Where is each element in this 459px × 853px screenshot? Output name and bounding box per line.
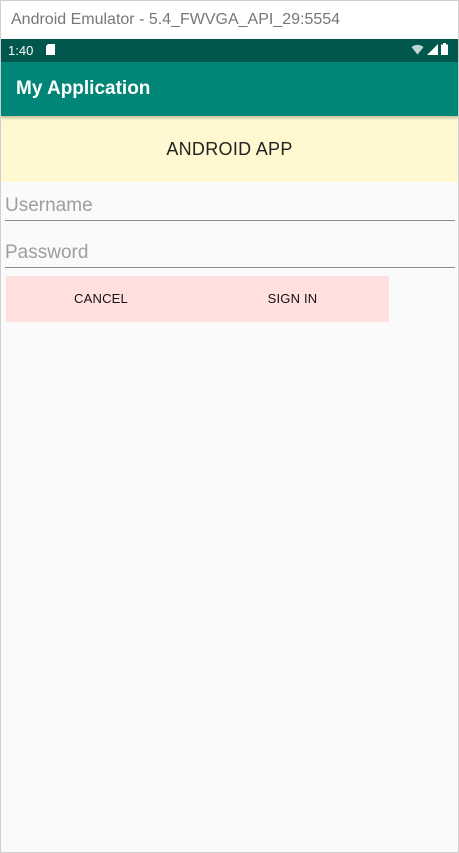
wifi-icon xyxy=(411,44,424,54)
banner-text: ANDROID APP xyxy=(166,138,293,159)
status-bar: 1:40 xyxy=(1,39,458,62)
window-title: Android Emulator - 5.4_FWVGA_API_29:5554 xyxy=(1,1,458,39)
app-bar: My Application xyxy=(1,62,458,116)
battery-icon xyxy=(441,43,448,55)
device-screen: 1:40 My Application ANDROID APP Username… xyxy=(1,39,458,852)
password-field[interactable] xyxy=(5,238,455,268)
app-title: My Application xyxy=(16,78,151,99)
cancel-button[interactable]: CANCEL xyxy=(6,276,196,322)
status-icons xyxy=(411,43,448,55)
banner: ANDROID APP xyxy=(1,116,458,182)
sd-card-icon xyxy=(46,44,55,55)
button-row: CANCEL SIGN IN xyxy=(6,276,389,322)
username-field[interactable] xyxy=(5,191,455,221)
sign-in-button[interactable]: SIGN IN xyxy=(196,276,389,322)
cell-signal-icon xyxy=(427,43,438,55)
emulator-window: Android Emulator - 5.4_FWVGA_API_29:5554… xyxy=(0,0,459,853)
status-time: 1:40 xyxy=(8,43,34,58)
